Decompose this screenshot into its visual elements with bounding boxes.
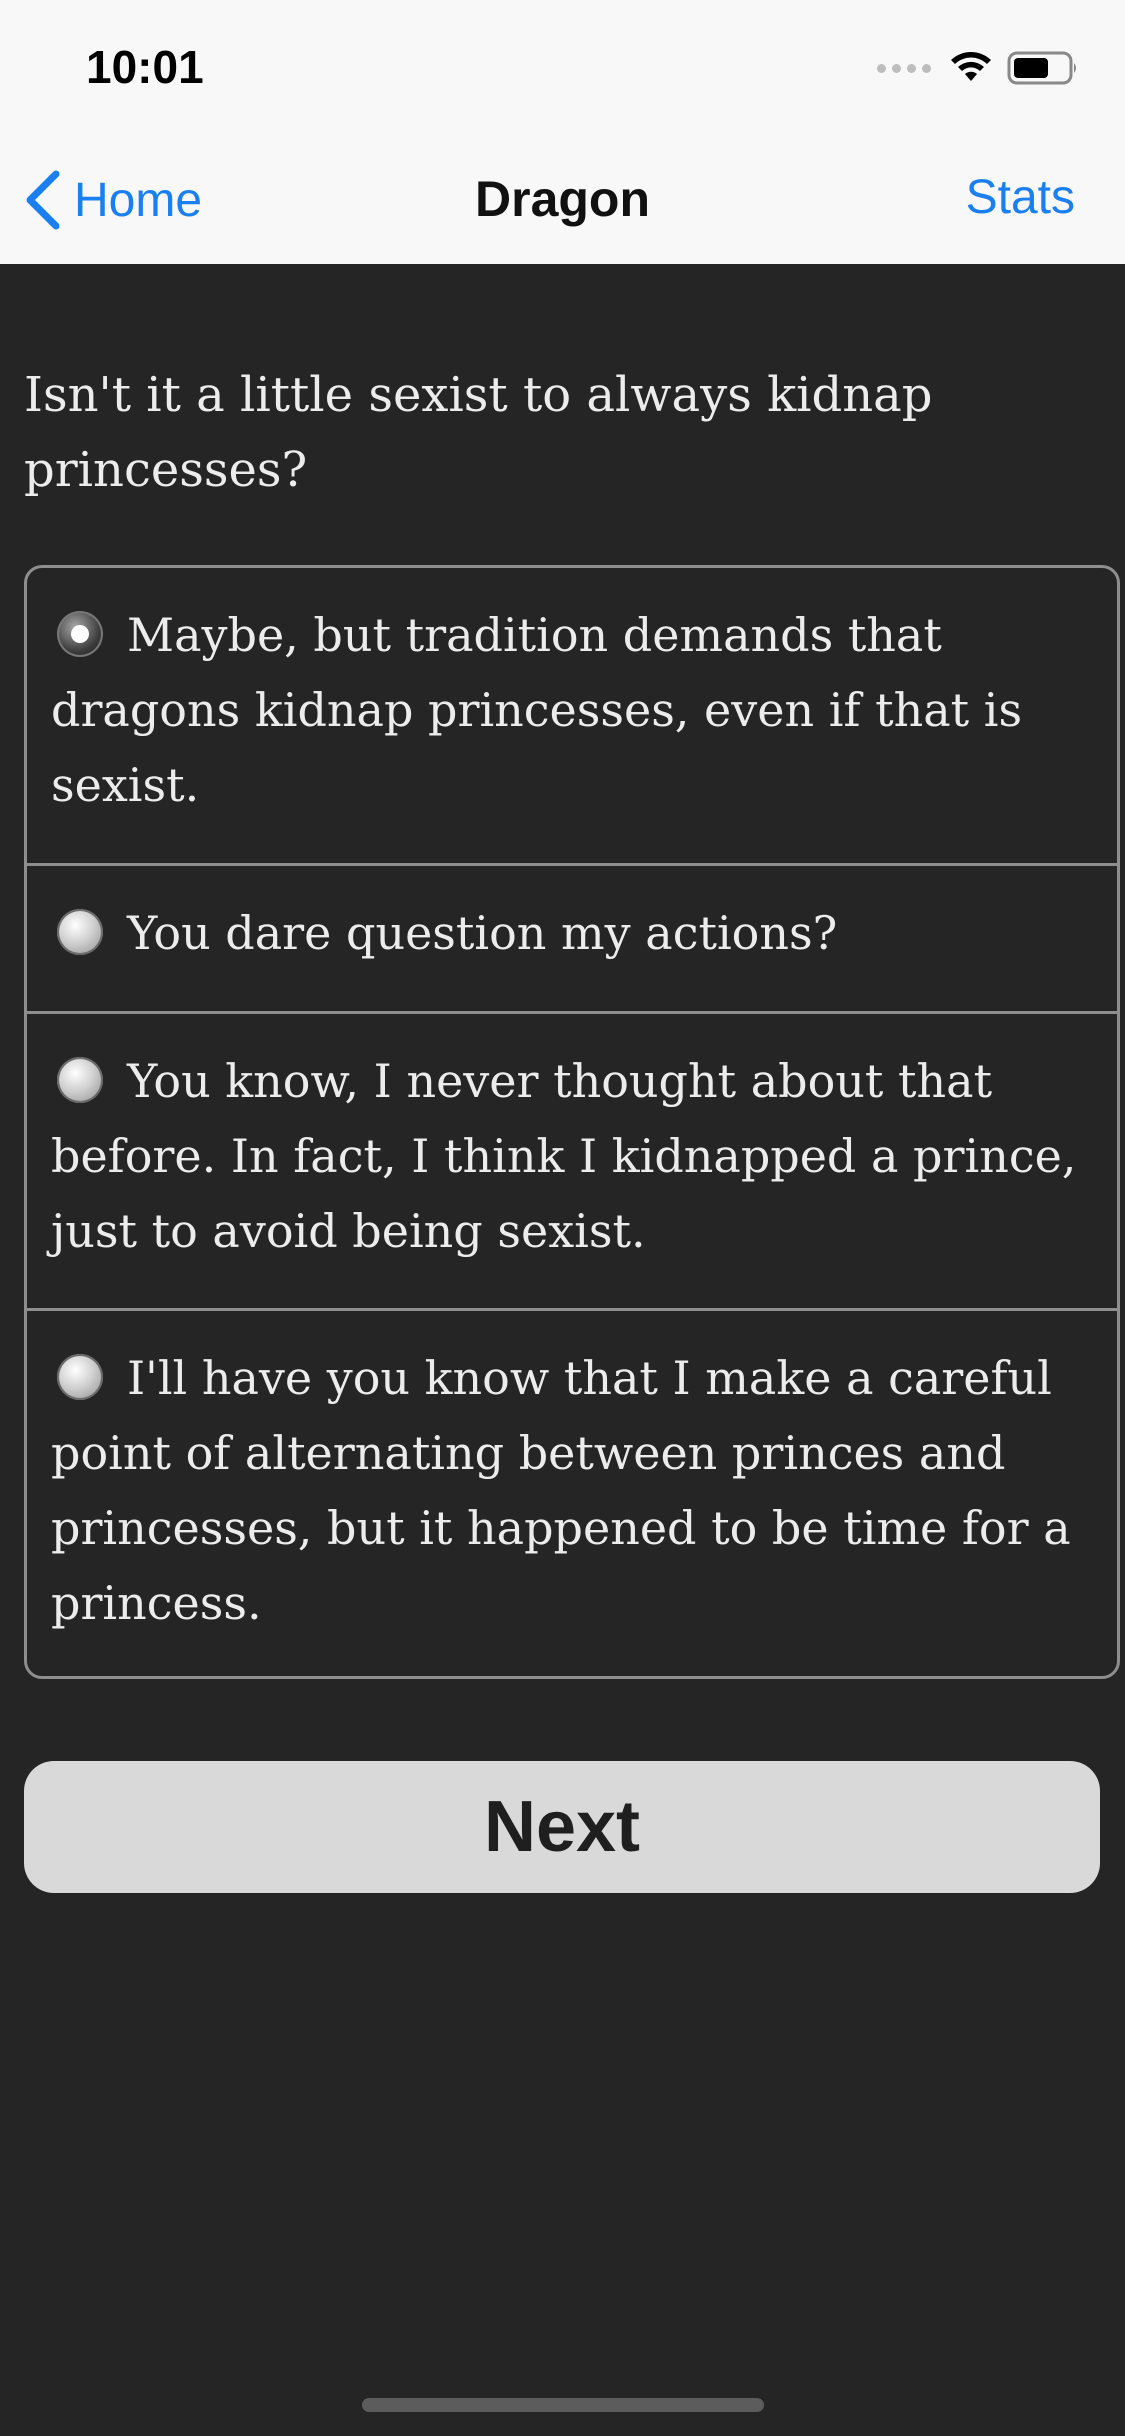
- option-3[interactable]: You know, I never thought about that bef…: [27, 1014, 1117, 1308]
- option-2-text: You dare question my actions?: [127, 906, 838, 960]
- nav-header: Home Dragon Stats: [0, 150, 1125, 250]
- radio-unselected-icon[interactable]: [57, 1354, 103, 1400]
- next-button[interactable]: Next: [24, 1761, 1100, 1893]
- question-text: Isn't it a little sexist to always kidna…: [24, 367, 933, 498]
- status-icons: [877, 46, 1079, 90]
- option-2[interactable]: You dare question my actions?: [27, 866, 1117, 1011]
- signal-dots-icon: [877, 63, 931, 73]
- battery-icon: [1007, 51, 1076, 85]
- option-1[interactable]: Maybe, but tradition demands that dragon…: [27, 568, 1117, 863]
- option-1-text: Maybe, but tradition demands that dragon…: [51, 608, 1023, 812]
- wifi-icon: [951, 52, 991, 81]
- radio-selected-icon[interactable]: [57, 611, 103, 657]
- option-4-text: I'll have you know that I make a careful…: [51, 1351, 1071, 1630]
- option-3-text: You know, I never thought about that bef…: [51, 1054, 1077, 1258]
- navigation-bar: 10:01 Home Dragon Stats: [0, 0, 1125, 264]
- radio-unselected-icon[interactable]: [57, 909, 103, 955]
- page-title: Dragon: [475, 171, 650, 227]
- option-4[interactable]: I'll have you know that I make a careful…: [27, 1311, 1117, 1676]
- home-indicator[interactable]: [362, 2398, 764, 2412]
- stats-button[interactable]: Stats: [966, 170, 1075, 225]
- options-list: Maybe, but tradition demands that dragon…: [24, 565, 1120, 1679]
- radio-unselected-icon[interactable]: [57, 1057, 103, 1103]
- status-time: 10:01: [86, 41, 204, 93]
